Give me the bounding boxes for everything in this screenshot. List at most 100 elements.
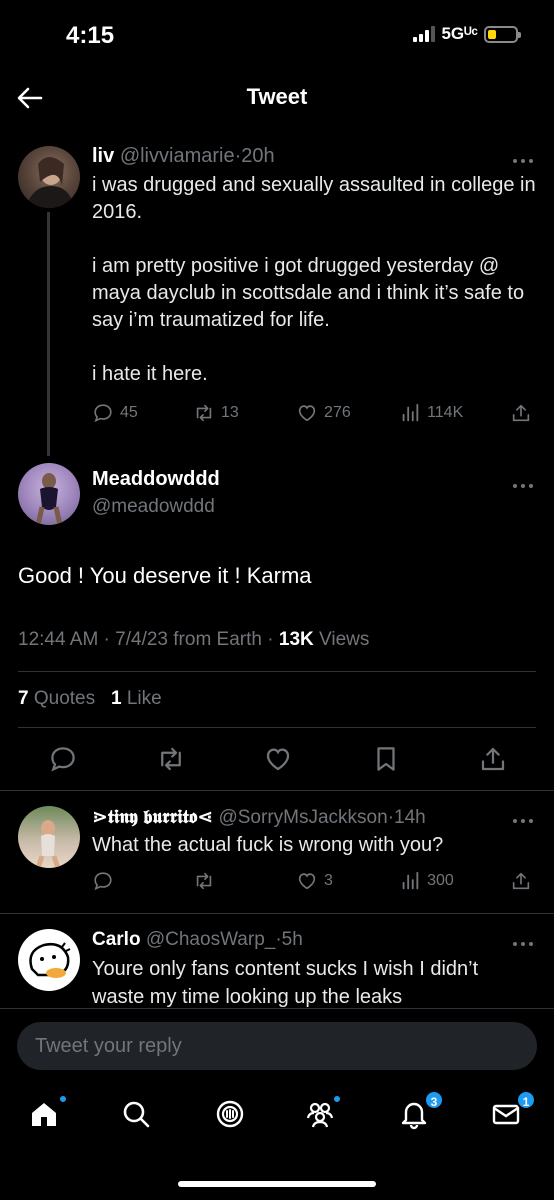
status-time: 4:15 — [66, 22, 115, 49]
author-name[interactable]: Carlo — [92, 929, 141, 950]
author-name[interactable]: Meaddowddd — [92, 468, 220, 491]
more-icon[interactable] — [512, 477, 534, 488]
quotes-label: Quotes — [33, 688, 96, 709]
share-button[interactable] — [510, 870, 532, 892]
like-count: 3 — [324, 872, 333, 889]
heart-icon — [298, 873, 316, 890]
status-bar: 4:15 5Gᵁᶜ — [0, 0, 554, 70]
tweet-paragraph: i was drugged and sexually assaulted in … — [92, 174, 536, 223]
signal-icon — [413, 26, 436, 42]
avatar[interactable] — [18, 146, 80, 208]
tweet-text: What the actual fuck is wrong with you? — [92, 834, 444, 856]
divider — [18, 671, 536, 672]
home-dot — [58, 1094, 68, 1104]
home-indicator — [178, 1181, 376, 1187]
home-icon — [32, 1103, 56, 1126]
retweet-count: 13 — [221, 404, 239, 421]
author-handle[interactable]: @meadowddd — [92, 496, 215, 518]
tweet-text: i was drugged and sexually assaulted in … — [92, 172, 542, 415]
divider — [0, 790, 554, 791]
author-name[interactable]: ⋗𝖙𝖎𝖓𝖞 𝖇𝖚𝖗𝖗𝖎𝖙𝖔⋖ — [92, 807, 213, 828]
avatar[interactable] — [18, 806, 80, 868]
battery-icon — [484, 25, 521, 43]
retweet-icon[interactable] — [156, 744, 186, 774]
retweet-button[interactable] — [193, 870, 296, 892]
thread-line — [47, 212, 50, 456]
tweet-source: from Earth — [173, 629, 262, 650]
like-count: 276 — [324, 404, 351, 421]
search-icon — [123, 1101, 150, 1128]
views-button[interactable]: 114K — [399, 402, 510, 424]
bottom-tab-bar: 3 1 — [0, 1090, 554, 1150]
tab-communities[interactable] — [304, 1094, 342, 1134]
reply-button[interactable] — [92, 870, 193, 892]
reply-icon — [94, 404, 112, 423]
tweet-text: Youre only fans content sucks I wish I d… — [92, 958, 479, 1008]
reply-button[interactable]: 45 — [92, 402, 193, 424]
share-button[interactable] — [510, 402, 532, 424]
more-icon[interactable] — [512, 935, 534, 946]
messages-badge: 1 — [516, 1090, 536, 1110]
author-handle[interactable]: @ChaosWarp_ — [146, 929, 275, 950]
notifications-badge: 3 — [424, 1090, 444, 1110]
divider — [0, 1008, 554, 1009]
communities-icon — [306, 1102, 334, 1128]
more-icon[interactable] — [512, 152, 534, 163]
avatar[interactable] — [18, 929, 80, 991]
share-icon[interactable] — [478, 744, 508, 774]
tweet-header: liv @livviamarie·20h — [92, 145, 275, 167]
status-indicators: 5Gᵁᶜ — [413, 24, 521, 44]
tweet-text: Good ! You deserve it ! Karma — [18, 563, 312, 588]
network-label: 5Gᵁᶜ — [441, 24, 478, 43]
tweet-time: 12:44 AM — [18, 629, 99, 650]
tweet-actions: 45 13 276 114K — [92, 400, 532, 426]
heart-icon[interactable] — [263, 744, 293, 774]
retweet-button[interactable]: 13 — [193, 402, 296, 424]
divider — [18, 727, 536, 728]
divider — [0, 913, 554, 914]
views-count: 300 — [427, 872, 454, 889]
tweet-age: 5h — [281, 929, 303, 950]
more-icon[interactable] — [512, 812, 534, 823]
page-title: Tweet — [246, 84, 308, 109]
tweet-meta: 12:44 AM · 7/4/23 from Earth · 13K Views — [18, 629, 370, 650]
like-button[interactable]: 3 — [296, 870, 399, 892]
views-icon — [402, 871, 419, 890]
tweet-header: Carlo @ChaosWarp_·5h — [92, 929, 303, 950]
like-button[interactable]: 276 — [296, 402, 399, 424]
reply-input[interactable]: Tweet your reply — [17, 1022, 537, 1070]
tab-home[interactable] — [28, 1094, 68, 1134]
tweet-paragraph: i hate it here. — [92, 363, 208, 385]
views-count: 114K — [427, 404, 464, 421]
author-handle[interactable]: @livviamarie — [120, 145, 235, 167]
author-handle[interactable]: @SorryMsJackkson — [218, 807, 387, 828]
tab-search[interactable] — [120, 1098, 156, 1134]
tweet-actions — [48, 744, 508, 776]
tweet-stats: 7 Quotes 1 Like — [18, 688, 162, 710]
retweet-icon — [196, 404, 212, 422]
bookmark-icon[interactable] — [371, 744, 401, 774]
tweet-date: 7/4/23 — [115, 629, 168, 650]
views-button[interactable]: 300 — [399, 870, 510, 892]
tab-messages[interactable]: 1 — [490, 1090, 536, 1134]
tab-spaces[interactable] — [214, 1098, 250, 1134]
tweet-header: ⋗𝖙𝖎𝖓𝖞 𝖇𝖚𝖗𝖗𝖎𝖙𝖔⋖ @SorryMsJackkson·14h — [92, 807, 426, 828]
views-count: 13K — [278, 629, 314, 650]
avatar[interactable] — [18, 463, 80, 525]
tweet-age: 14h — [394, 807, 426, 828]
retweet-icon — [196, 872, 212, 890]
heart-icon — [298, 405, 316, 422]
likes-link[interactable]: 1 Like — [111, 688, 162, 709]
reply-icon — [94, 872, 112, 891]
likes-label: Like — [126, 688, 162, 709]
quotes-count: 7 — [18, 688, 29, 709]
likes-count: 1 — [110, 688, 122, 709]
tab-notifications[interactable]: 3 — [398, 1090, 444, 1134]
author-name[interactable]: liv — [92, 145, 114, 167]
quotes-link[interactable]: 7 Quotes — [18, 688, 95, 709]
reply-placeholder: Tweet your reply — [35, 1035, 182, 1057]
share-icon — [512, 872, 530, 890]
views-icon — [402, 403, 419, 422]
reply-icon[interactable] — [48, 744, 78, 774]
reply-count: 45 — [120, 404, 138, 421]
